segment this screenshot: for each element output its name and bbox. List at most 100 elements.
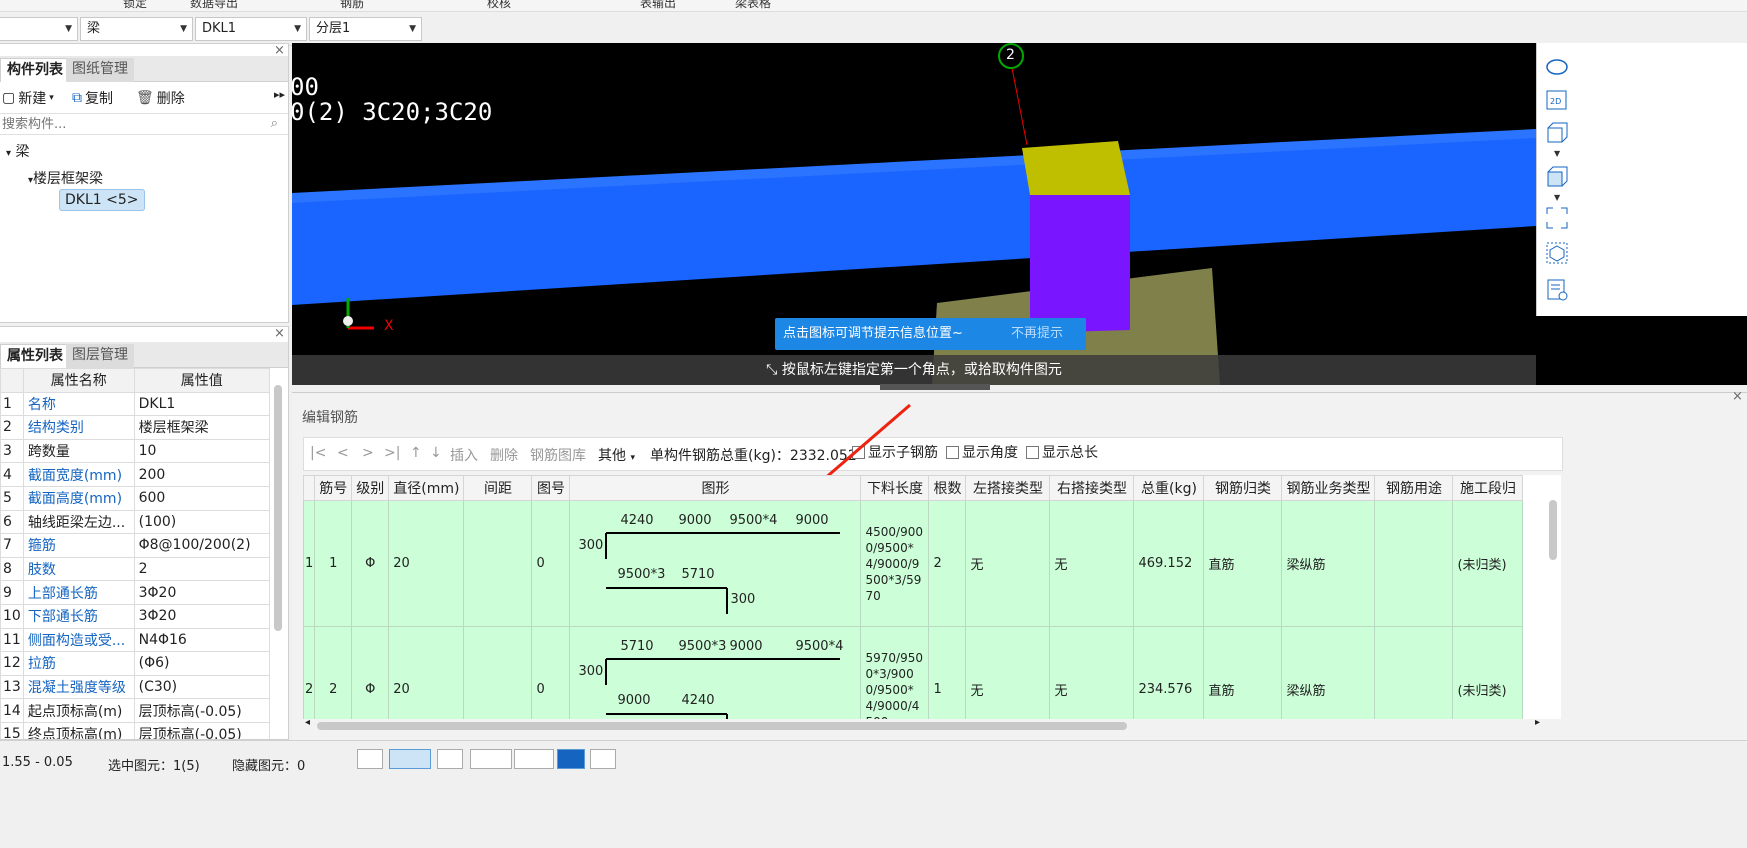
property-value[interactable]: 3Φ20 bbox=[133, 580, 270, 605]
cross-select-icon[interactable] bbox=[437, 749, 463, 769]
tree-node-floor-frame-beam[interactable]: ▾楼层框架梁 bbox=[28, 168, 103, 188]
chevron-down-icon[interactable]: ▼ bbox=[1554, 193, 1560, 202]
collapse-icon[interactable]: ▾ bbox=[6, 148, 11, 159]
cut-length[interactable]: 5970/9500*3/9000/9500*4/9000/4500 bbox=[860, 626, 930, 719]
right-lap-type[interactable]: 无 bbox=[1049, 626, 1135, 719]
horizontal-scrollbar[interactable]: ◂ ▸ bbox=[303, 717, 1547, 733]
search-icon[interactable]: ⌕ bbox=[271, 116, 278, 131]
rebar-count[interactable]: 2 bbox=[928, 500, 967, 627]
tab-property-list[interactable]: 属性列表 bbox=[0, 344, 70, 368]
rebar-figure-no[interactable]: 0 bbox=[531, 626, 571, 719]
close-icon[interactable]: × bbox=[274, 327, 285, 341]
first-record-button[interactable]: |< bbox=[310, 445, 326, 469]
close-icon[interactable]: × bbox=[1732, 389, 1743, 404]
layer-select[interactable]: 分层1 ▼ bbox=[309, 17, 422, 41]
property-value[interactable]: 楼层框架梁 bbox=[133, 415, 270, 440]
cut-length[interactable]: 4500/9000/9500*4/9000/9500*3/5970 bbox=[860, 500, 930, 627]
solid-view-icon[interactable] bbox=[1545, 165, 1569, 189]
scroll-right-icon[interactable]: ▸ bbox=[1535, 717, 1540, 728]
property-row[interactable]: 8 肢数 2 bbox=[0, 556, 270, 582]
property-value[interactable]: 10 bbox=[133, 438, 270, 464]
show-angle-checkbox[interactable]: 显示角度 bbox=[946, 442, 1018, 466]
property-value[interactable]: (Φ6) bbox=[133, 651, 270, 676]
property-value[interactable]: 层顶标高(-0.05) bbox=[133, 721, 270, 739]
add-tool-icon[interactable] bbox=[514, 749, 554, 769]
property-value[interactable]: (100) bbox=[133, 509, 270, 535]
right-lap-type[interactable]: 无 bbox=[1049, 500, 1135, 627]
tab-component-list[interactable]: 构件列表 bbox=[0, 58, 70, 82]
construction-section[interactable]: (未归类) bbox=[1452, 626, 1524, 719]
line-tool-icon[interactable] bbox=[470, 749, 512, 769]
ribbon-item[interactable]: 校核 bbox=[487, 0, 511, 11]
splitter-handle[interactable] bbox=[880, 384, 990, 390]
property-row[interactable]: 14 起点顶标高(m) 层顶标高(-0.05) bbox=[0, 698, 270, 723]
column-header[interactable]: 筋号 bbox=[314, 475, 353, 501]
property-value[interactable]: N4Φ16 bbox=[133, 627, 270, 653]
fit-view-icon[interactable] bbox=[1545, 206, 1569, 230]
delete-button[interactable]: 🗑 删除 bbox=[136, 88, 185, 108]
last-record-button[interactable]: >| bbox=[384, 445, 400, 469]
rebar-count[interactable]: 1 bbox=[928, 626, 967, 719]
property-row[interactable]: 2 结构类别 楼层框架梁 bbox=[0, 415, 270, 440]
property-value[interactable]: 200 bbox=[133, 462, 270, 487]
2d-view-icon[interactable]: 2D bbox=[1545, 88, 1569, 112]
next-record-button[interactable]: > bbox=[362, 445, 374, 469]
property-row[interactable]: 12 拉筋 (Φ6) bbox=[0, 651, 270, 676]
left-lap-type[interactable]: 无 bbox=[965, 626, 1051, 719]
property-value[interactable]: 3Φ20 bbox=[133, 603, 270, 629]
rebar-no[interactable]: 2 bbox=[314, 626, 353, 719]
column-header[interactable]: 图号 bbox=[531, 475, 571, 501]
tab-drawing-management[interactable]: 图纸管理 bbox=[66, 58, 134, 82]
floor-select[interactable]: ▼ bbox=[0, 17, 78, 41]
property-value[interactable]: (C30) bbox=[133, 674, 270, 700]
move-up-button[interactable]: ↑ bbox=[410, 445, 422, 469]
3d-box-icon[interactable] bbox=[1545, 121, 1569, 145]
property-value[interactable]: DKL1 bbox=[133, 391, 270, 417]
rebar-spacing[interactable] bbox=[463, 626, 533, 719]
more-icon[interactable]: ▸▸ bbox=[274, 88, 285, 101]
rebar-library-button[interactable]: 钢筋图库 bbox=[530, 445, 586, 469]
copy-button[interactable]: ⧉ 复制 bbox=[72, 88, 113, 108]
move-down-button[interactable]: ↓ bbox=[430, 445, 442, 469]
tab-layer-management[interactable]: 图层管理 bbox=[66, 344, 134, 368]
property-row[interactable]: 1 名称 DKL1 bbox=[0, 391, 270, 417]
select-mode-icon[interactable] bbox=[389, 749, 431, 769]
snap-icon[interactable] bbox=[357, 749, 383, 769]
property-row[interactable]: 9 上部通长筋 3Φ20 bbox=[0, 580, 270, 605]
rebar-weight[interactable]: 469.152 bbox=[1133, 500, 1205, 627]
vertical-scrollbar[interactable] bbox=[1549, 500, 1557, 560]
column-header[interactable]: 总重(kg) bbox=[1133, 475, 1205, 501]
column-header[interactable]: 间距 bbox=[463, 475, 533, 501]
construction-section[interactable]: (未归类) bbox=[1452, 500, 1524, 627]
rebar-usage[interactable] bbox=[1374, 500, 1454, 627]
rebar-diameter[interactable]: 20 bbox=[388, 500, 465, 627]
show-total-length-checkbox[interactable]: 显示总长 bbox=[1026, 442, 1098, 466]
property-row[interactable]: 13 混凝土强度等级 (C30) bbox=[0, 674, 270, 700]
property-row[interactable]: 7 箍筋 Φ8@100/200(2) bbox=[0, 533, 270, 558]
column-header[interactable]: 图形 bbox=[569, 475, 862, 501]
rebar-category[interactable]: 直筋 bbox=[1203, 500, 1283, 627]
properties-view-icon[interactable] bbox=[1545, 278, 1569, 302]
search-input[interactable] bbox=[0, 114, 260, 134]
tree-node-beam[interactable]: ▾ 梁 bbox=[6, 141, 29, 161]
ribbon-item[interactable]: 梁表格 bbox=[735, 0, 771, 11]
category-select[interactable]: 梁 ▼ bbox=[80, 17, 193, 41]
fill-mode-icon[interactable] bbox=[557, 749, 585, 769]
insert-button[interactable]: 插入 bbox=[450, 445, 478, 469]
rebar-category[interactable]: 直筋 bbox=[1203, 626, 1283, 719]
property-row[interactable]: 5 截面高度(mm) 600 bbox=[0, 485, 270, 511]
column-header[interactable]: 左搭接类型 bbox=[965, 475, 1051, 501]
tree-node-dkl1[interactable]: DKL1 <5> bbox=[59, 189, 145, 211]
property-row[interactable]: 6 轴线距梁左边... (100) bbox=[0, 509, 270, 535]
rebar-figure-no[interactable]: 0 bbox=[531, 500, 571, 627]
property-row[interactable]: 10 下部通长筋 3Φ20 bbox=[0, 603, 270, 629]
scrollbar[interactable] bbox=[274, 385, 282, 631]
property-row[interactable]: 3 跨数量 10 bbox=[0, 438, 270, 464]
rebar-spacing[interactable] bbox=[463, 500, 533, 627]
column-header[interactable]: 右搭接类型 bbox=[1049, 475, 1135, 501]
column-header[interactable]: 钢筋归类 bbox=[1203, 475, 1283, 501]
rebar-grade[interactable]: Φ bbox=[351, 500, 390, 627]
new-button[interactable]: ▢ 新建 ▾ bbox=[2, 88, 54, 108]
column-header[interactable]: 钢筋用途 bbox=[1374, 475, 1454, 501]
property-value[interactable]: 2 bbox=[133, 556, 270, 582]
